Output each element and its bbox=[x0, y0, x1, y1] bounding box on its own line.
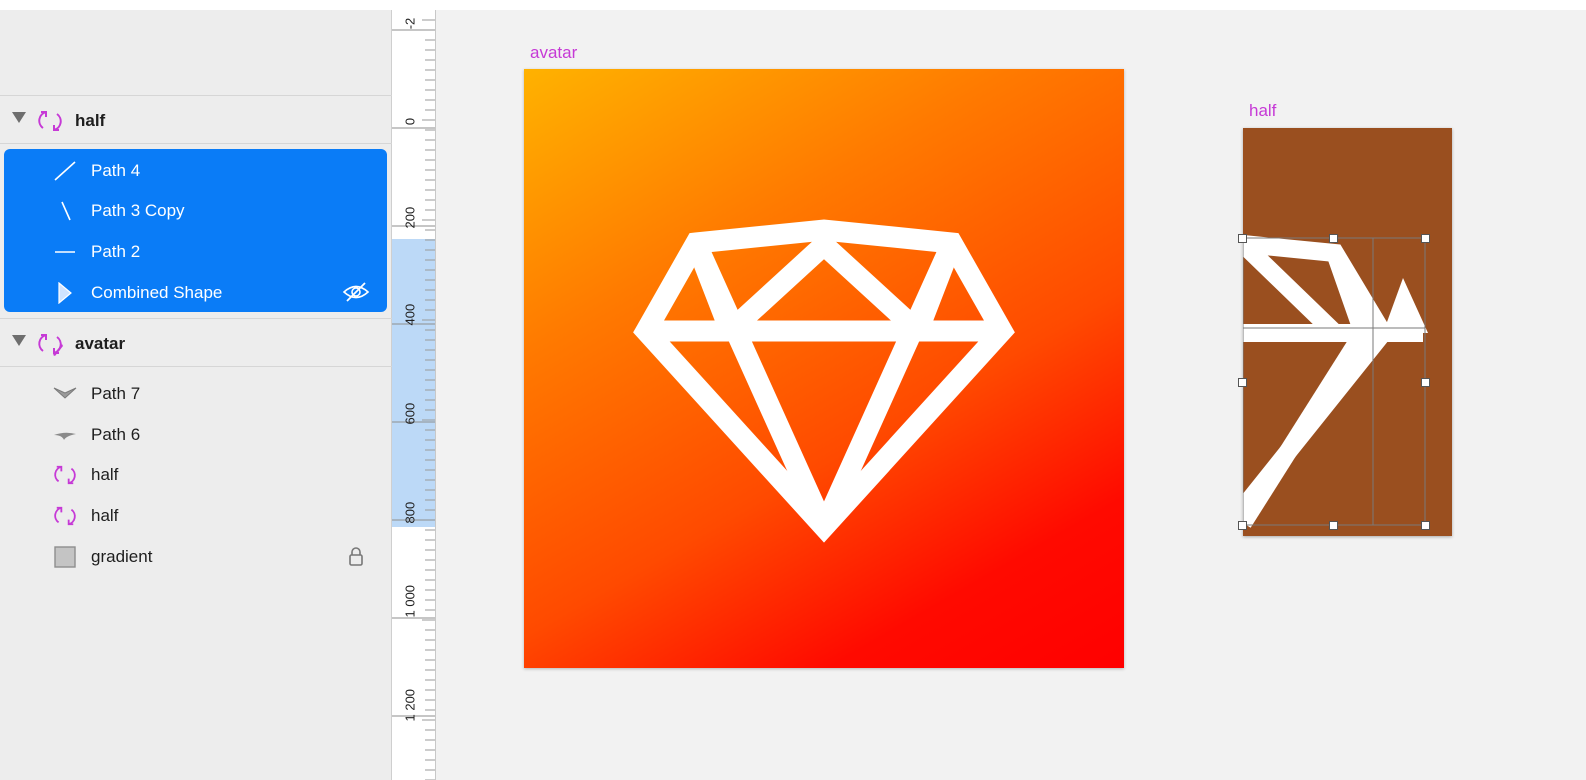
divider bbox=[0, 143, 392, 144]
diagonal-line-icon bbox=[54, 161, 76, 181]
layer-label: Path 2 bbox=[91, 242, 141, 261]
divider bbox=[0, 366, 392, 367]
layers-panel: half Path 4 Path 3 Copy Path 2 Combined … bbox=[0, 0, 392, 780]
layer-row-half-instance[interactable]: half bbox=[0, 495, 392, 535]
layer-label: Combined Shape bbox=[91, 283, 223, 302]
layer-label: gradient bbox=[91, 547, 153, 566]
layer-label: half bbox=[91, 506, 119, 525]
panel-top-strip bbox=[0, 0, 392, 10]
symbol-icon bbox=[38, 111, 62, 131]
layer-group-avatar[interactable]: avatar bbox=[0, 320, 392, 366]
layer-group-label: half bbox=[75, 111, 106, 130]
resize-handle[interactable] bbox=[1238, 378, 1247, 387]
layer-label: Path 3 Copy bbox=[91, 201, 185, 220]
lock-icon[interactable] bbox=[342, 545, 370, 567]
layer-row-path-3-copy[interactable]: Path 3 Copy bbox=[0, 190, 392, 230]
layer-label: Path 6 bbox=[91, 425, 141, 444]
chevron-path-icon bbox=[53, 387, 77, 399]
curve-path-icon bbox=[54, 432, 76, 440]
ruler-label: 1 000 bbox=[402, 584, 418, 618]
ruler-label: 0 bbox=[402, 117, 418, 126]
divider bbox=[0, 318, 392, 319]
layer-row-path-4[interactable]: Path 4 bbox=[0, 150, 392, 190]
divider bbox=[0, 95, 392, 96]
combined-shape-icon bbox=[58, 282, 72, 304]
ruler-label: 600 bbox=[402, 402, 418, 425]
rectangle-icon bbox=[54, 546, 76, 568]
canvas-top-strip bbox=[392, 0, 1586, 10]
layer-label: half bbox=[91, 465, 119, 484]
ruler-label: 400 bbox=[402, 303, 418, 326]
layer-group-half[interactable]: half bbox=[0, 97, 392, 143]
symbol-override-icon bbox=[38, 334, 63, 356]
hidden-eye-icon[interactable] bbox=[342, 281, 370, 303]
resize-handle[interactable] bbox=[1329, 234, 1338, 243]
symbol-icon bbox=[54, 506, 76, 526]
disclosure-triangle-icon[interactable] bbox=[12, 112, 26, 123]
artboard-avatar[interactable] bbox=[524, 69, 1124, 668]
half-diamond-shape bbox=[1235, 235, 1428, 528]
resize-handle[interactable] bbox=[1421, 521, 1430, 530]
layer-row-combined-shape[interactable]: Combined Shape bbox=[0, 272, 392, 312]
ruler-label: 800 bbox=[402, 501, 418, 524]
layer-row-half-instance[interactable]: half bbox=[0, 454, 392, 494]
resize-handle[interactable] bbox=[1329, 521, 1338, 530]
artboard-label-avatar[interactable]: avatar bbox=[530, 43, 577, 63]
layer-row-path-6[interactable]: Path 6 bbox=[0, 414, 392, 454]
resize-handle[interactable] bbox=[1421, 234, 1430, 243]
ruler-label: -2 bbox=[402, 17, 418, 30]
resize-handle[interactable] bbox=[1238, 521, 1247, 530]
symbol-icon bbox=[54, 465, 76, 485]
backslash-line-icon bbox=[61, 201, 71, 221]
resize-handle[interactable] bbox=[1238, 234, 1247, 243]
layer-label: Path 7 bbox=[91, 384, 141, 403]
ruler-label: 1 200 bbox=[402, 688, 418, 722]
layer-row-path-2[interactable]: Path 2 bbox=[0, 231, 392, 271]
layer-group-label: avatar bbox=[75, 334, 126, 353]
artboard-label-half[interactable]: half bbox=[1249, 101, 1276, 121]
vertical-ruler[interactable]: -2 0 200 400 600 800 1 000 1 200 bbox=[392, 10, 436, 780]
ruler-label: 200 bbox=[402, 206, 418, 229]
layer-row-path-7[interactable]: Path 7 bbox=[0, 373, 392, 413]
layer-label: Path 4 bbox=[91, 161, 141, 180]
resize-handle[interactable] bbox=[1421, 378, 1430, 387]
horizontal-line-icon bbox=[55, 251, 75, 253]
artboard-half[interactable] bbox=[1235, 128, 1452, 536]
sketch-diamond-logo bbox=[633, 219, 1015, 543]
layer-row-gradient[interactable]: gradient bbox=[0, 536, 392, 576]
disclosure-triangle-icon[interactable] bbox=[12, 335, 26, 346]
